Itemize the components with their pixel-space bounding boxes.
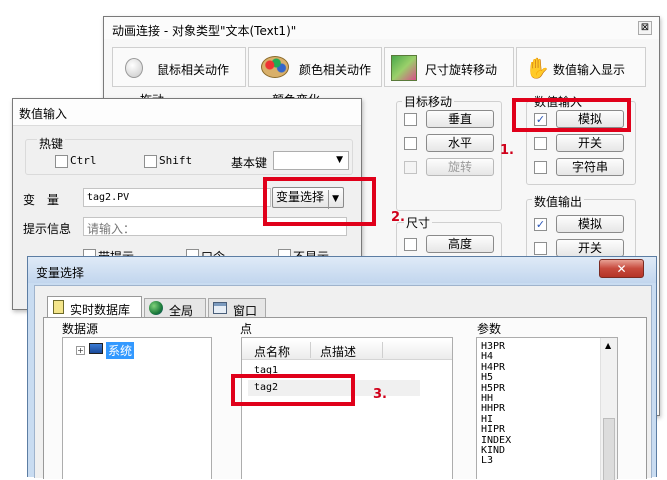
- column-header-desc[interactable]: 点描述: [320, 343, 356, 360]
- tab-size-rotate-move[interactable]: 尺寸旋转移动: [384, 47, 514, 87]
- rotate-checkbox[interactable]: [404, 161, 417, 174]
- scroll-up-icon[interactable]: ▲: [605, 341, 611, 350]
- close-icon: ✕: [616, 262, 627, 276]
- list-item[interactable]: H3PR: [481, 341, 599, 352]
- size-label: 尺寸: [404, 214, 433, 231]
- highlight-box-analog: [512, 98, 631, 132]
- close-icon[interactable]: ⊠: [638, 21, 652, 35]
- scroll-thumb[interactable]: [603, 418, 615, 480]
- variable-label: 变 量: [23, 193, 60, 207]
- tab-label: 颜色相关动作: [299, 63, 372, 77]
- tree-item-system[interactable]: 系统: [106, 342, 135, 359]
- tab-value-io[interactable]: ✋ 数值输入显示: [516, 47, 646, 87]
- value-input-title: 数值输入: [19, 107, 68, 121]
- target-move-label: 目标移动: [402, 93, 455, 110]
- params-scrollbar[interactable]: ▲: [600, 338, 617, 480]
- highlight-box-variable-select: [263, 177, 376, 226]
- tab-mouse-actions[interactable]: 鼠标相关动作: [112, 47, 246, 87]
- points-header: 点名称 点描述: [242, 340, 452, 360]
- output-switch-button[interactable]: 开关: [556, 239, 624, 257]
- annotation-step-1: 1.: [500, 143, 514, 158]
- tab-label: 实时数据库: [70, 303, 131, 317]
- pointer-icon: [125, 58, 143, 78]
- column-divider: [310, 342, 311, 358]
- basekey-label: 基本键: [231, 156, 268, 170]
- window-icon: [213, 302, 227, 314]
- column-header-name[interactable]: 点名称: [254, 343, 290, 360]
- hint-value: 请输入：: [87, 222, 136, 236]
- input-string-checkbox[interactable]: [534, 161, 547, 174]
- rotate-button[interactable]: 旋转: [426, 158, 494, 176]
- tab-color-actions[interactable]: 颜色相关动作: [248, 47, 382, 87]
- data-source-tree: + 系统: [62, 337, 212, 479]
- shift-label: Shift: [159, 154, 193, 167]
- hand-icon: ✋: [525, 56, 550, 80]
- basekey-select[interactable]: ▼: [273, 151, 349, 170]
- list-item[interactable]: KIND: [481, 445, 599, 456]
- points-label: 点: [240, 322, 253, 336]
- data-source-label: 数据源: [62, 322, 99, 336]
- vertical-button[interactable]: 垂直: [426, 110, 494, 128]
- points-list: 点名称 点描述 tag1 tag2: [241, 337, 453, 479]
- params-items: H3PR H4 H4PR H5 H5PR HH HHPR HI HIPR IND…: [481, 341, 599, 463]
- variable-select-title: 变量选择: [36, 266, 85, 280]
- annotation-step-3: 3.: [373, 387, 387, 402]
- params-list: H3PR H4 H4PR H5 H5PR HH HHPR HI HIPR IND…: [476, 337, 618, 480]
- input-switch-checkbox[interactable]: [534, 137, 547, 150]
- transform-icon: [391, 55, 417, 81]
- variable-input[interactable]: tag2.PV: [83, 188, 271, 207]
- output-switch-checkbox[interactable]: [534, 242, 547, 255]
- animation-link-title: 动画连接 - 对象类型"文本(Text1)": [112, 24, 297, 38]
- variable-select-dialog: 变量选择 ✕ 实时数据库 全局 窗口 数据源 + 系统 点 点名称 点描述 ta…: [27, 256, 657, 480]
- tab-window[interactable]: 窗口: [208, 298, 266, 318]
- vertical-checkbox[interactable]: [404, 113, 417, 126]
- horizontal-button[interactable]: 水平: [426, 134, 494, 152]
- hotkey-label: 热键: [37, 135, 66, 152]
- highlight-box-tag2: [231, 374, 355, 406]
- tab-realtime-db[interactable]: 实时数据库: [47, 296, 142, 318]
- output-analog-checkbox[interactable]: ✓: [534, 218, 547, 231]
- close-button[interactable]: ✕: [599, 259, 644, 278]
- ctrl-label: Ctrl: [70, 154, 97, 167]
- output-analog-button[interactable]: 模拟: [556, 215, 624, 233]
- variable-value: tag2.PV: [87, 192, 130, 203]
- tab-label: 尺寸旋转移动: [425, 63, 498, 77]
- variable-select-titlebar: 变量选择 ✕: [28, 257, 656, 283]
- database-icon: [53, 300, 64, 314]
- annotation-step-2: 2.: [391, 210, 405, 225]
- globe-icon: [149, 301, 163, 315]
- column-divider: [382, 342, 383, 358]
- tab-global[interactable]: 全局: [144, 298, 206, 318]
- input-string-button[interactable]: 字符串: [556, 158, 624, 176]
- list-item[interactable]: L3: [481, 456, 599, 463]
- tab-label: 鼠标相关动作: [157, 63, 230, 77]
- list-item[interactable]: H5PR: [481, 383, 599, 394]
- hint-label: 提示信息: [23, 222, 72, 236]
- input-switch-button[interactable]: 开关: [556, 134, 624, 152]
- ctrl-checkbox[interactable]: [55, 155, 68, 168]
- height-checkbox[interactable]: [404, 238, 417, 251]
- expand-icon[interactable]: +: [76, 346, 85, 355]
- chevron-down-icon: ▼: [336, 155, 343, 165]
- computer-icon: [89, 343, 103, 354]
- animation-link-titlebar: 动画连接 - 对象类型"文本(Text1)" ⊠: [104, 17, 659, 39]
- horizontal-checkbox[interactable]: [404, 137, 417, 150]
- list-item[interactable]: H4PR: [481, 362, 599, 373]
- params-label: 参数: [477, 322, 502, 336]
- list-item[interactable]: HHPR: [481, 404, 599, 415]
- tab-label: 数值输入显示: [553, 63, 626, 77]
- value-output-label: 数值输出: [532, 193, 585, 210]
- shift-checkbox[interactable]: [144, 155, 157, 168]
- palette-icon: [261, 56, 289, 78]
- height-button[interactable]: 高度: [426, 235, 494, 253]
- value-input-titlebar: 数值输入: [13, 99, 361, 126]
